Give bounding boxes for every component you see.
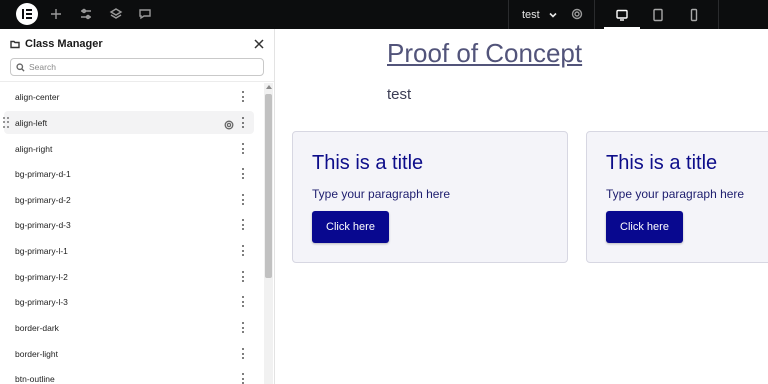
- more-options-icon[interactable]: [241, 91, 245, 102]
- card-paragraph[interactable]: Type your paragraph here: [312, 187, 450, 201]
- panel-header: Class Manager: [10, 37, 103, 51]
- folder-icon: [10, 40, 20, 49]
- layers-icon[interactable]: [107, 5, 125, 23]
- chevron-down-icon: [549, 12, 557, 18]
- class-item[interactable]: border-light: [4, 342, 254, 365]
- top-bar: test: [0, 0, 768, 29]
- class-item-label: bg-primary-d-2: [15, 194, 71, 205]
- class-item[interactable]: bg-primary-d-2: [4, 188, 254, 211]
- drag-handle-icon[interactable]: [3, 117, 9, 128]
- class-item-label: bg-primary-l-2: [15, 271, 68, 282]
- more-options-icon[interactable]: [241, 322, 245, 333]
- class-list: align-center align-left align-right bg-p…: [0, 84, 262, 384]
- target-icon[interactable]: [224, 117, 234, 130]
- toolbar-divider: [718, 0, 719, 29]
- more-options-icon[interactable]: [241, 271, 245, 282]
- add-icon[interactable]: [47, 5, 65, 23]
- class-manager-panel: Class Manager align-center align-left al…: [0, 29, 275, 384]
- scroll-up-arrow-icon[interactable]: [266, 85, 272, 89]
- scrollbar[interactable]: [264, 83, 273, 384]
- class-item-label: bg-primary-l-3: [15, 296, 68, 307]
- class-item[interactable]: bg-primary-d-3: [4, 213, 254, 236]
- class-item-label: bg-primary-d-3: [15, 219, 71, 230]
- card-button[interactable]: Click here: [312, 211, 389, 243]
- card-button[interactable]: Click here: [606, 211, 683, 243]
- class-item[interactable]: bg-primary-l-3: [4, 290, 254, 313]
- card-paragraph[interactable]: Type your paragraph here: [606, 187, 744, 201]
- class-item-label: bg-primary-d-1: [15, 168, 71, 179]
- search-box[interactable]: [10, 58, 264, 76]
- more-options-icon[interactable]: [241, 296, 245, 307]
- class-item[interactable]: btn-outline: [4, 367, 254, 384]
- page-subheading[interactable]: test: [387, 86, 411, 103]
- class-item[interactable]: align-center: [4, 85, 254, 108]
- class-item[interactable]: bg-primary-d-1: [4, 162, 254, 185]
- desktop-icon[interactable]: [604, 0, 640, 29]
- card-title[interactable]: This is a title: [312, 152, 423, 175]
- card-title[interactable]: This is a title: [606, 152, 717, 175]
- preview-canvas: Proof of Concept test This is a title Ty…: [276, 29, 768, 384]
- more-options-icon[interactable]: [241, 117, 245, 128]
- scrollbar-thumb[interactable]: [265, 94, 272, 278]
- close-button[interactable]: [253, 37, 265, 49]
- class-item[interactable]: align-left: [3, 111, 254, 134]
- class-item-label: btn-outline: [15, 373, 55, 384]
- more-options-icon[interactable]: [241, 219, 245, 230]
- toolbar-divider: [508, 0, 509, 29]
- content-card[interactable]: This is a title Type your paragraph here…: [292, 131, 568, 263]
- search-icon: [16, 62, 25, 72]
- more-options-icon[interactable]: [241, 373, 245, 384]
- class-item-label: align-right: [15, 143, 53, 154]
- page-selector[interactable]: test: [522, 0, 558, 29]
- more-options-icon[interactable]: [241, 194, 245, 205]
- search-input[interactable]: [29, 62, 249, 72]
- page-heading[interactable]: Proof of Concept: [387, 38, 582, 69]
- class-item-label: align-center: [15, 91, 60, 102]
- class-item[interactable]: border-dark: [4, 316, 254, 339]
- class-item[interactable]: bg-primary-l-2: [4, 265, 254, 288]
- page-name: test: [522, 8, 540, 21]
- panel-title: Class Manager: [25, 38, 103, 50]
- close-icon: [254, 39, 264, 49]
- list-divider: [0, 81, 274, 82]
- more-options-icon[interactable]: [241, 348, 245, 359]
- more-options-icon[interactable]: [241, 168, 245, 179]
- comments-icon[interactable]: [136, 5, 154, 23]
- more-options-icon[interactable]: [241, 143, 245, 154]
- elementor-logo-icon[interactable]: [16, 3, 38, 25]
- sliders-icon[interactable]: [77, 5, 95, 23]
- tablet-icon[interactable]: [640, 0, 676, 29]
- page-settings-icon[interactable]: [568, 5, 586, 23]
- class-item[interactable]: bg-primary-l-1: [4, 239, 254, 262]
- class-item-label: bg-primary-l-1: [15, 245, 68, 256]
- class-item[interactable]: align-right: [4, 137, 254, 160]
- class-item-label: border-light: [15, 348, 58, 359]
- class-item-label: border-dark: [15, 322, 59, 333]
- toolbar-divider: [594, 0, 595, 29]
- content-card[interactable]: This is a title Type your paragraph here…: [586, 131, 768, 263]
- mobile-icon[interactable]: [676, 0, 712, 29]
- more-options-icon[interactable]: [241, 245, 245, 256]
- class-item-label: align-left: [15, 117, 48, 128]
